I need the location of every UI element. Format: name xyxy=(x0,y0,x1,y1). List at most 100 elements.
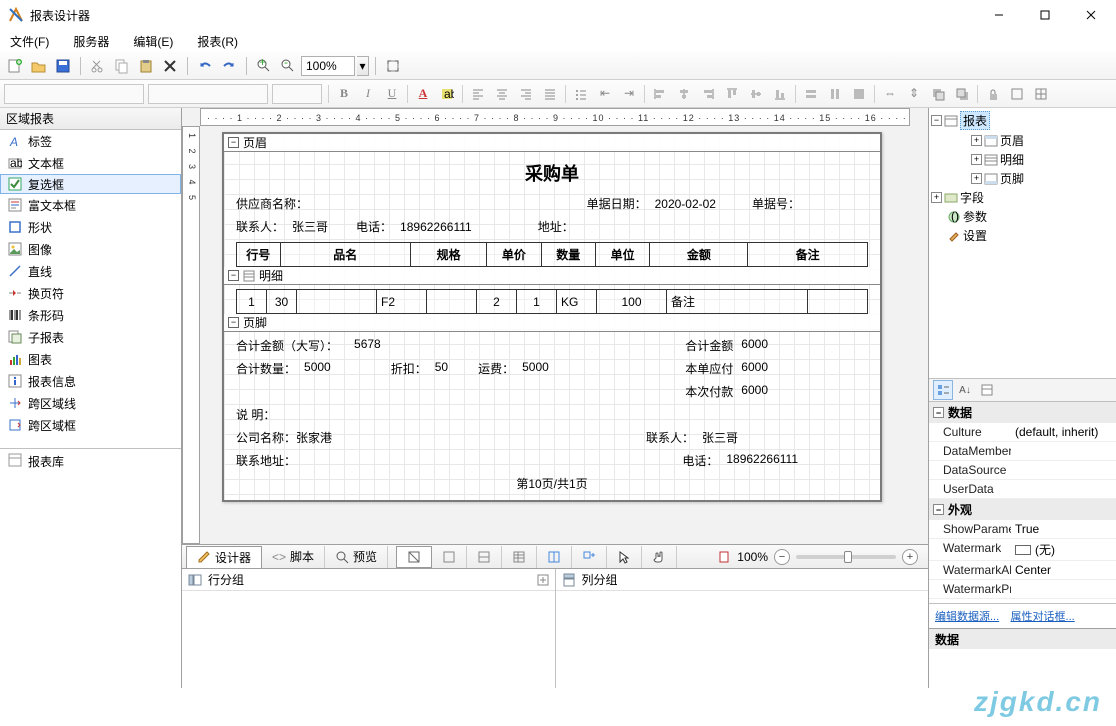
report-library[interactable]: 报表库 xyxy=(0,448,181,688)
send-back-button[interactable] xyxy=(951,83,973,105)
contact-label[interactable]: 联系人： xyxy=(236,218,284,235)
billdate-label[interactable]: 单据日期： xyxy=(587,195,647,212)
zoom-input[interactable]: 100% xyxy=(301,56,355,76)
band-footer-bar[interactable]: −页脚 xyxy=(224,314,880,332)
expand-icon[interactable] xyxy=(537,574,549,586)
close-button[interactable] xyxy=(1068,0,1114,30)
tab-script[interactable]: <>脚本 xyxy=(262,546,325,568)
col-3[interactable]: 单价 xyxy=(487,243,541,267)
zoom-out-button[interactable]: - xyxy=(277,55,299,77)
categorized-button[interactable] xyxy=(933,380,953,400)
property-grid[interactable]: −数据 Culture(default, inherit)DataMemberD… xyxy=(929,402,1116,603)
prop-Culture[interactable]: Culture(default, inherit) xyxy=(929,423,1116,442)
col-0[interactable]: 行号 xyxy=(237,243,281,267)
canvas[interactable]: −页眉 采购单 供应商名称： 单据日期： 2020-02-02 单据号： xyxy=(200,126,910,544)
maximize-button[interactable] xyxy=(1022,0,1068,30)
palette-image[interactable]: 图像 xyxy=(0,238,181,260)
palette-crossline[interactable]: 跨区域线 xyxy=(0,392,181,414)
tab-designer[interactable]: 设计器 xyxy=(186,546,262,568)
collapse-icon[interactable]: − xyxy=(228,317,239,328)
menu-edit[interactable]: 编辑(E) xyxy=(127,31,179,52)
bold-button[interactable]: B xyxy=(333,83,355,105)
menu-report[interactable]: 报表(R) xyxy=(191,31,244,52)
bullets-button[interactable] xyxy=(570,83,592,105)
zoom-in-btn[interactable]: + xyxy=(902,549,918,565)
palette-label[interactable]: A标签 xyxy=(0,130,181,152)
tree-settings[interactable]: 设置 xyxy=(931,226,1114,245)
menu-server[interactable]: 服务器 xyxy=(67,31,115,52)
report-title[interactable]: 采购单 xyxy=(224,152,880,192)
tree-root[interactable]: −报表 xyxy=(931,110,1114,131)
paste-button[interactable] xyxy=(135,55,157,77)
address-label[interactable]: 地址： xyxy=(538,218,574,235)
columns-table[interactable]: 行号品名规格单价数量单位金额备注 xyxy=(236,242,868,267)
col-6[interactable]: 金额 xyxy=(650,243,748,267)
layout-btn1[interactable] xyxy=(432,546,467,568)
prop-dialog-link[interactable]: 属性对话框... xyxy=(1011,611,1075,623)
align-justify-button[interactable] xyxy=(539,83,561,105)
palette-pagebreak[interactable]: 换页符 xyxy=(0,282,181,304)
redo-button[interactable] xyxy=(218,55,240,77)
font-combo[interactable] xyxy=(148,84,268,104)
pointer-button[interactable] xyxy=(607,546,642,568)
bring-front-button[interactable] xyxy=(927,83,949,105)
supplier-label[interactable]: 供应商名称： xyxy=(236,195,308,212)
new-button[interactable] xyxy=(4,55,26,77)
align-obj-center[interactable] xyxy=(673,83,695,105)
data-panel[interactable]: 数据 xyxy=(929,628,1116,688)
prop-UserData[interactable]: UserData xyxy=(929,480,1116,499)
highlight-button[interactable]: ab xyxy=(436,83,458,105)
collapse-icon[interactable]: − xyxy=(228,270,239,281)
palette-textbox[interactable]: ab文本框 xyxy=(0,152,181,174)
tree-header[interactable]: +页眉 xyxy=(931,131,1114,150)
align-left-button[interactable] xyxy=(467,83,489,105)
size-combo[interactable] xyxy=(272,84,322,104)
italic-button[interactable]: I xyxy=(357,83,379,105)
palette-subreport[interactable]: 子报表 xyxy=(0,326,181,348)
band-header-bar[interactable]: −页眉 xyxy=(224,134,880,152)
prop-WatermarkAlignment[interactable]: WatermarkAlignmentCenter xyxy=(929,561,1116,580)
row-group-pane[interactable]: 行分组 xyxy=(182,569,556,688)
font-color-button[interactable]: A xyxy=(412,83,434,105)
prop-Watermark[interactable]: Watermark(无) xyxy=(929,539,1116,561)
grid-button[interactable] xyxy=(1030,83,1052,105)
col-5[interactable]: 单位 xyxy=(595,243,649,267)
phone-value[interactable]: 18962266111 xyxy=(400,220,472,234)
tree-footer[interactable]: +页脚 xyxy=(931,169,1114,188)
same-width-button[interactable] xyxy=(800,83,822,105)
indent-inc-button[interactable]: ⇥ xyxy=(618,83,640,105)
layout-btn3[interactable] xyxy=(502,546,537,568)
align-obj-middle[interactable] xyxy=(745,83,767,105)
palette-barcode[interactable]: 条形码 xyxy=(0,304,181,326)
same-size-button[interactable] xyxy=(848,83,870,105)
delete-button[interactable] xyxy=(159,55,181,77)
space-v-button[interactable]: ⇕ xyxy=(903,83,925,105)
style-combo[interactable] xyxy=(4,84,144,104)
prop-WatermarkPrintOnPages[interactable]: WatermarkPrintOnPages xyxy=(929,580,1116,599)
align-obj-right[interactable] xyxy=(697,83,719,105)
palette-shape[interactable]: 形状 xyxy=(0,216,181,238)
space-h-button[interactable]: ⇔ xyxy=(879,83,901,105)
lock-button[interactable] xyxy=(982,83,1004,105)
report-tree[interactable]: −报表 +页眉 +明细 +页脚 +字段 ()参数 设置 xyxy=(929,108,1116,378)
tree-params[interactable]: ()参数 xyxy=(931,207,1114,226)
alphabetical-button[interactable]: A↓ xyxy=(955,380,975,400)
cut-button[interactable] xyxy=(87,55,109,77)
zoom-in-button[interactable]: + xyxy=(253,55,275,77)
contact-value[interactable]: 张三哥 xyxy=(292,218,328,235)
col-2[interactable]: 规格 xyxy=(411,243,487,267)
palette-checkbox[interactable]: 复选框 xyxy=(0,174,181,194)
billdate-value[interactable]: 2020-02-02 xyxy=(655,197,716,211)
edit-datasource-link[interactable]: 编辑数据源... xyxy=(935,611,999,623)
align-center-button[interactable] xyxy=(491,83,513,105)
prop-ShowParameterUI[interactable]: ShowParameterUITrue xyxy=(929,520,1116,539)
tree-fields[interactable]: +字段 xyxy=(931,188,1114,207)
snap-grid-button[interactable] xyxy=(396,546,432,568)
palette-chart[interactable]: 图表 xyxy=(0,348,181,370)
layout-btn5[interactable] xyxy=(572,546,607,568)
tab-preview[interactable]: 预览 xyxy=(325,546,388,568)
border-button[interactable] xyxy=(1006,83,1028,105)
prop-DataSource[interactable]: DataSource xyxy=(929,461,1116,480)
tree-detail[interactable]: +明细 xyxy=(931,150,1114,169)
col-1[interactable]: 品名 xyxy=(280,243,411,267)
